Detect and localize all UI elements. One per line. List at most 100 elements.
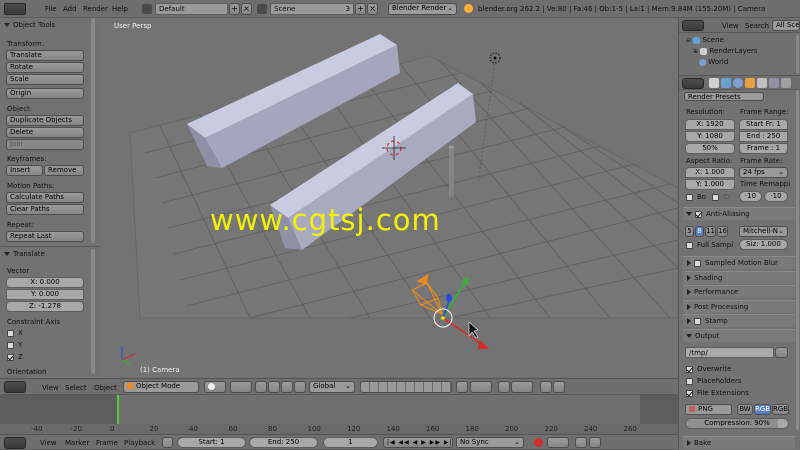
operator-scrollbar[interactable] [91, 249, 95, 374]
constraints-tab-icon[interactable] [757, 78, 767, 88]
rotate-button[interactable]: Rotate [6, 62, 84, 73]
layer-lock-button[interactable] [456, 381, 468, 393]
aspect-y-field[interactable]: Y: 1.000 [685, 179, 735, 190]
insert-keyframe-button[interactable]: Insert [6, 165, 43, 176]
aa-samples-5[interactable]: 5 [685, 226, 694, 237]
aspect-x-field[interactable]: X: 1.000 [685, 167, 735, 178]
anti-aliasing-panel-header[interactable]: Anti-Aliasing [683, 207, 795, 220]
bake-panel-header[interactable]: Bake [683, 436, 795, 449]
menu-render[interactable]: Render [83, 4, 108, 14]
editor-type-icon[interactable] [4, 3, 26, 15]
remove-layout-button[interactable]: × [241, 3, 252, 15]
calculate-paths-button[interactable]: Calculate Paths [6, 192, 84, 203]
aa-samples-16[interactable]: 16 [717, 226, 728, 237]
pivot-point-button[interactable] [230, 381, 252, 393]
compression-slider[interactable]: Compression: 90% [685, 418, 789, 429]
tool-shelf-scrollbar[interactable] [91, 18, 95, 243]
menu-add[interactable]: Add [63, 4, 77, 14]
data-tab-icon[interactable] [769, 78, 779, 88]
motion-blur-panel-header[interactable]: Sampled Motion Blur [683, 256, 795, 269]
performance-panel-header[interactable]: Performance [683, 285, 795, 298]
file-extensions-checkbox[interactable]: File Extensions [686, 389, 749, 398]
scale-manipulator-button[interactable] [294, 381, 306, 393]
outliner-renderlayers-row[interactable]: ⊕ RenderLayers [693, 47, 758, 56]
outliner-scrollbar[interactable] [796, 35, 799, 73]
border-checkbox[interactable]: Bo [686, 193, 706, 202]
texture-tab-icon[interactable] [781, 78, 791, 88]
duplicate-objects-button[interactable]: Duplicate Objects [6, 115, 84, 126]
layer-buttons[interactable] [360, 381, 452, 393]
proportional-edit-button[interactable] [470, 381, 492, 393]
timeline-area[interactable] [0, 395, 678, 424]
opengl-render-button[interactable] [540, 381, 552, 393]
color-mode-rgb[interactable]: RGB [754, 404, 771, 415]
view3d-menu-object[interactable]: Object [94, 383, 117, 393]
remove-scene-button[interactable]: × [367, 3, 378, 15]
constraint-y-checkbox[interactable]: Y [7, 341, 22, 350]
frame-step-property[interactable]: Frame : 1 [739, 143, 788, 154]
output-path-field[interactable]: /tmp/ [685, 347, 774, 358]
keying-button[interactable] [547, 437, 569, 448]
color-mode-rgba[interactable]: RGB [772, 404, 789, 415]
add-scene-button[interactable]: + [355, 3, 366, 15]
sync-mode-dropdown[interactable]: No Sync ⌄ [456, 437, 524, 448]
outliner-display-dropdown[interactable]: All Sce [772, 20, 800, 31]
timeline-menu-playback[interactable]: Playback [124, 438, 155, 448]
frame-rate-dropdown[interactable]: 24 fps ⌄ [739, 167, 788, 178]
record-icon[interactable] [534, 438, 543, 447]
layout-field[interactable]: Default [155, 3, 228, 15]
snap-element-button[interactable] [511, 381, 533, 393]
transform-orientation-dropdown[interactable]: Global ⌄ [309, 381, 355, 393]
output-panel-header[interactable]: Output [683, 329, 795, 342]
aa-samples-8[interactable]: 8 [695, 226, 704, 237]
timeline-menu-view[interactable]: View [40, 438, 57, 448]
color-mode-bw[interactable]: BW [737, 404, 753, 415]
object-tab-icon[interactable] [745, 78, 755, 88]
aa-filter-size-field[interactable]: Siz: 1.000 [739, 239, 788, 250]
current-frame-marker[interactable] [117, 395, 119, 424]
crop-checkbox[interactable]: Cr [712, 193, 731, 202]
menu-file[interactable]: File [45, 4, 57, 14]
current-frame-field[interactable]: 1 [323, 437, 378, 448]
properties-scrollbar[interactable] [796, 90, 799, 430]
full-sample-checkbox[interactable]: Full Sampl [686, 241, 733, 250]
shading-panel-header[interactable]: Shading [683, 271, 795, 284]
delete-button[interactable]: Delete [6, 127, 84, 138]
remap-old-field[interactable]: ·10 [739, 191, 762, 202]
object-tools-header[interactable]: Object Tools [4, 21, 55, 30]
overwrite-checkbox[interactable]: Overwrite [686, 365, 731, 374]
start-frame-field[interactable]: Start: 1 [177, 437, 246, 448]
world-tab-icon[interactable] [733, 78, 743, 88]
opengl-anim-button[interactable] [553, 381, 565, 393]
scene-field[interactable]: Scene 3 [270, 3, 354, 15]
placeholders-checkbox[interactable]: Placeholders [686, 377, 742, 386]
render-presets-dropdown[interactable]: Render Presets [684, 92, 764, 101]
aa-samples-11[interactable]: 11 [705, 226, 716, 237]
translate-button[interactable]: Translate [6, 50, 84, 61]
clear-paths-button[interactable]: Clear Paths [6, 204, 84, 215]
rotate-manipulator-button[interactable] [281, 381, 293, 393]
constraint-x-checkbox[interactable]: X [7, 329, 23, 338]
scene-tab-icon[interactable] [721, 78, 731, 88]
3d-viewport[interactable]: User Persp (1) Camera www.cgtsj.com [100, 18, 678, 378]
resolution-x-field[interactable]: X: 1920 [685, 119, 735, 130]
vector-z-field[interactable]: Z: -1.278 [6, 301, 84, 312]
stamp-panel-header[interactable]: Stamp [683, 314, 795, 327]
render-engine-dropdown[interactable]: Blender Render ⌄ [388, 3, 457, 15]
object-mode-dropdown[interactable]: Object Mode [123, 381, 199, 393]
vector-y-field[interactable]: Y: 0.000 [6, 289, 84, 300]
outliner-scene-row[interactable]: ⊖ Scene [686, 36, 724, 45]
end-frame-property[interactable]: End : 250 [739, 131, 788, 142]
playback-controls[interactable]: |◀ ◀◀ ◀ ▶ ▶▶ ▶| [383, 437, 453, 448]
snap-toggle-button[interactable] [498, 381, 510, 393]
aa-filter-dropdown[interactable]: Mitchell-N ⌄ [739, 226, 788, 237]
view3d-menu-select[interactable]: Select [65, 383, 87, 393]
join-button[interactable]: Join [6, 139, 84, 150]
operator-header[interactable]: Translate [4, 250, 45, 259]
translate-manipulator-button[interactable] [268, 381, 280, 393]
timeline-editor-type-icon[interactable] [4, 437, 26, 449]
outliner-editor-type-icon[interactable] [682, 20, 704, 31]
menu-help[interactable]: Help [112, 4, 128, 14]
view3d-editor-type-icon[interactable] [4, 381, 26, 393]
end-frame-field[interactable]: End: 250 [249, 437, 318, 448]
